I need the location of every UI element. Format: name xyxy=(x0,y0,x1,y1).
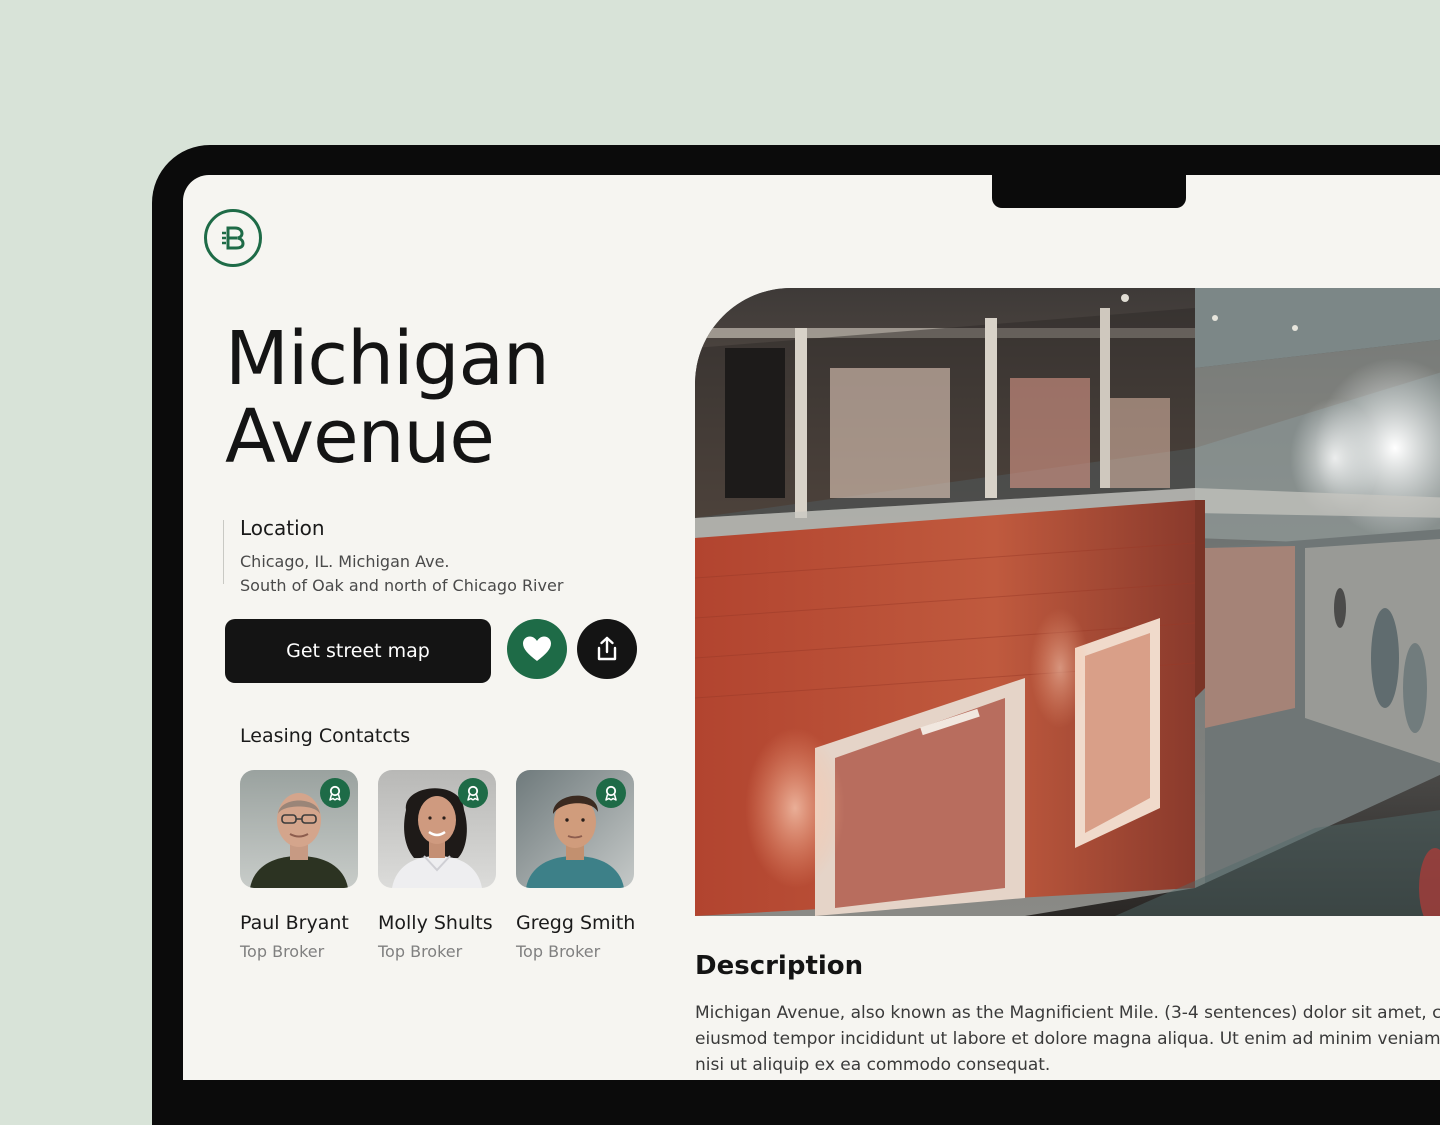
award-badge-icon xyxy=(596,778,626,808)
avatar[interactable] xyxy=(516,770,634,888)
contact-card[interactable]: Molly Shults Top Broker xyxy=(378,770,502,961)
location-label: Location xyxy=(240,516,325,540)
description-line: eiusmod tempor incididunt ut labore et d… xyxy=(695,1029,1440,1049)
share-button[interactable] xyxy=(577,619,637,679)
contact-role: Top Broker xyxy=(378,942,463,961)
location-address-line2: South of Oak and north of Chicago River xyxy=(240,576,564,595)
heart-icon xyxy=(523,636,551,661)
favorite-button[interactable] xyxy=(507,619,567,679)
contact-name: Gregg Smith xyxy=(516,912,636,934)
page-title: Michigan Avenue xyxy=(225,320,645,476)
contact-card[interactable]: Paul Bryant Top Broker xyxy=(240,770,364,961)
description-line: nisi ut aliquip ex ea commodo consequat. xyxy=(695,1055,1051,1075)
avatar[interactable] xyxy=(240,770,358,888)
description-text: Michigan Avenue, also known as the Magni… xyxy=(695,1000,1440,1078)
contact-name: Molly Shults xyxy=(378,912,493,934)
leasing-contacts-title: Leasing Contatcts xyxy=(240,725,411,747)
brand-logo-icon[interactable] xyxy=(204,209,262,267)
app-screen: Michigan Avenue Location Chicago, IL. Mi… xyxy=(183,175,1440,1080)
award-badge-icon xyxy=(458,778,488,808)
description-line: Michigan Avenue, also known as the Magni… xyxy=(695,1003,1440,1023)
page-title-line2: Avenue xyxy=(225,394,495,480)
get-street-map-button[interactable]: Get street map xyxy=(225,619,491,683)
contact-card[interactable]: Gregg Smith Top Broker xyxy=(516,770,640,961)
page-title-line1: Michigan xyxy=(225,316,550,402)
award-badge-icon xyxy=(320,778,350,808)
location-block: Location Chicago, IL. Michigan Ave. Sout… xyxy=(223,516,563,595)
contact-role: Top Broker xyxy=(240,942,325,961)
contact-role: Top Broker xyxy=(516,942,601,961)
location-address-line1: Chicago, IL. Michigan Ave. xyxy=(240,552,450,571)
contact-name: Paul Bryant xyxy=(240,912,349,934)
property-hero-image[interactable] xyxy=(695,288,1440,916)
device-notch xyxy=(992,170,1186,208)
avatar[interactable] xyxy=(378,770,496,888)
share-icon xyxy=(597,636,617,661)
description-title: Description xyxy=(695,951,864,981)
